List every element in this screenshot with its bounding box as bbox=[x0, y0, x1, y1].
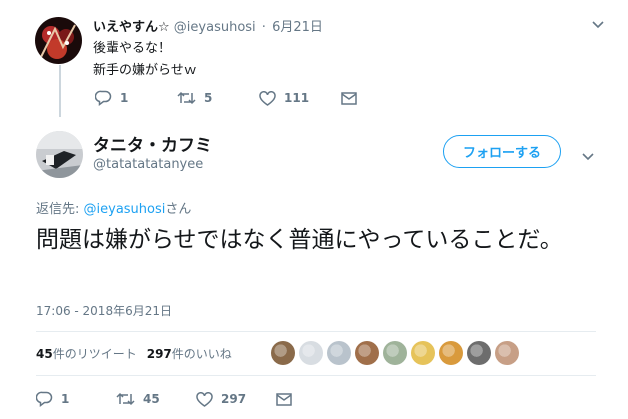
main-retweet-button[interactable]: 45 bbox=[116, 392, 196, 406]
reply-reply-button[interactable]: 1 bbox=[95, 90, 177, 106]
reply-date[interactable]: 6月21日 bbox=[272, 20, 323, 35]
reply-author-handle[interactable]: @ieyasuhosi bbox=[174, 20, 256, 35]
liker-avatar[interactable] bbox=[271, 341, 295, 365]
tweet-stats: 45件のリツイート 297件のいいね bbox=[36, 345, 232, 362]
likes-label: 件のいいね bbox=[171, 347, 232, 361]
liker-avatar[interactable] bbox=[327, 341, 351, 365]
liker-avatars bbox=[271, 341, 523, 365]
tweet-timestamp[interactable]: 17:06 - 2018年6月21日 bbox=[36, 302, 172, 319]
reply-to-mention[interactable]: @ieyasuhosi bbox=[84, 202, 166, 217]
reply-retweet-button[interactable]: 5 bbox=[177, 91, 259, 105]
chevron-down-icon bbox=[582, 153, 594, 161]
tweet-text: 問題は嫌がらせではなく普通にやっていることだ。 bbox=[36, 227, 563, 253]
retweets-stat[interactable]: 45件のリツイート bbox=[36, 345, 137, 362]
reply-action-bar: 1 5 111 bbox=[95, 90, 423, 106]
reply-reply-count: 1 bbox=[120, 91, 129, 105]
divider bbox=[36, 331, 596, 332]
reply-separator: · bbox=[261, 20, 266, 35]
main-retweet-count: 45 bbox=[143, 392, 160, 406]
heart-icon bbox=[196, 391, 213, 407]
chevron-down-icon bbox=[592, 21, 604, 29]
main-author-handle[interactable]: @tatatatatanyee bbox=[93, 157, 203, 172]
reply-text: 後輩やるな！ 新手の嫌がらせｗ bbox=[93, 38, 197, 82]
liker-avatar[interactable] bbox=[355, 341, 379, 365]
main-action-bar: 1 45 297 bbox=[36, 391, 356, 407]
main-reply-count: 1 bbox=[61, 392, 70, 406]
reply-to-line: 返信先: @ieyasuhosiさん bbox=[36, 198, 191, 217]
liker-avatar[interactable] bbox=[411, 341, 435, 365]
liker-avatar[interactable] bbox=[299, 341, 323, 365]
main-more-button[interactable] bbox=[582, 146, 594, 165]
likes-stat[interactable]: 297件のいいね bbox=[147, 345, 232, 362]
retweets-number: 45 bbox=[36, 347, 53, 361]
reply-to-suffix: さん bbox=[165, 202, 192, 217]
reply-avatar[interactable] bbox=[35, 17, 82, 64]
thread-line bbox=[59, 65, 61, 117]
envelope-icon bbox=[341, 91, 357, 105]
main-author-name[interactable]: タニタ・カフミ bbox=[93, 131, 212, 156]
reply-retweet-count: 5 bbox=[204, 91, 213, 105]
reply-like-count: 111 bbox=[284, 91, 310, 105]
reply-dm-button[interactable] bbox=[341, 91, 423, 105]
reply-icon bbox=[36, 391, 53, 407]
reply-text-line: 後輩やるな！ bbox=[93, 41, 172, 56]
liker-avatar[interactable] bbox=[467, 341, 491, 365]
reply-tweet: いえやすん☆ @ieyasuhosi · 6月21日 後輩やるな！ 新手の嫌がら… bbox=[0, 0, 628, 118]
reply-text-line: 新手の嫌がらせｗ bbox=[93, 63, 197, 78]
likes-number: 297 bbox=[146, 347, 172, 361]
reply-more-button[interactable] bbox=[592, 14, 604, 33]
follow-button[interactable]: フォローする bbox=[443, 135, 561, 168]
main-like-button[interactable]: 297 bbox=[196, 391, 276, 407]
main-reply-button[interactable]: 1 bbox=[36, 391, 116, 407]
liker-avatar[interactable] bbox=[495, 341, 519, 365]
envelope-icon bbox=[276, 392, 292, 406]
heart-icon bbox=[259, 90, 276, 106]
reply-author-name[interactable]: いえやすん☆ bbox=[93, 20, 170, 35]
main-dm-button[interactable] bbox=[276, 392, 356, 406]
liker-avatar[interactable] bbox=[439, 341, 463, 365]
main-like-count: 297 bbox=[221, 392, 247, 406]
reply-header: いえやすん☆ @ieyasuhosi · 6月21日 bbox=[93, 16, 323, 35]
retweet-icon bbox=[116, 392, 135, 406]
reply-icon bbox=[95, 90, 112, 106]
divider bbox=[36, 375, 596, 376]
liker-avatar[interactable] bbox=[383, 341, 407, 365]
retweets-label: 件のリツイート bbox=[52, 347, 137, 361]
retweet-icon bbox=[177, 91, 196, 105]
reply-to-prefix: 返信先: bbox=[36, 202, 84, 217]
reply-like-button[interactable]: 111 bbox=[259, 90, 341, 106]
main-avatar[interactable] bbox=[36, 131, 83, 178]
